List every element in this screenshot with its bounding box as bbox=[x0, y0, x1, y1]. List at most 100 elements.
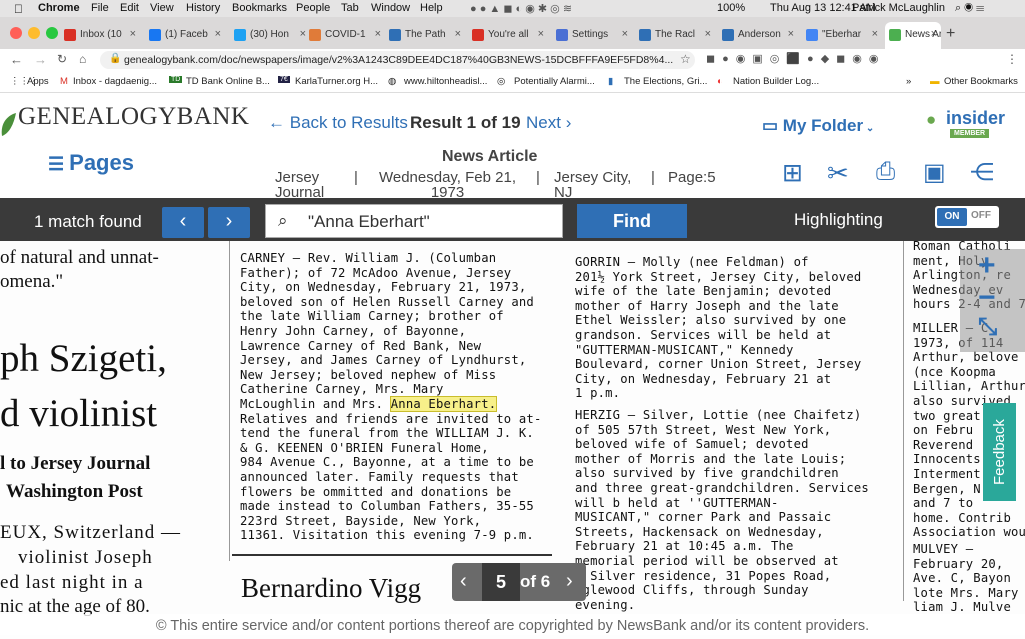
star-icon[interactable]: ☆ bbox=[680, 52, 691, 66]
newspaper-page-image[interactable]: of natural and unnat- omena." ph Szigeti… bbox=[0, 241, 1025, 639]
leaf-logo-icon bbox=[1, 113, 16, 136]
prev-page-icon[interactable]: ‹ bbox=[460, 570, 467, 593]
tab-label: Settings bbox=[572, 29, 609, 40]
clip-scissors-icon[interactable]: ✂ bbox=[827, 158, 849, 189]
left-col-line: ed last night in a bbox=[0, 572, 144, 593]
next-match-button[interactable]: › bbox=[208, 207, 250, 238]
app-menu[interactable]: Chrome bbox=[38, 2, 80, 14]
extension-icons[interactable]: ◼●◉▣◎⬛●◆◼◉◉ bbox=[706, 52, 886, 65]
chevron-right-icon: › bbox=[560, 113, 572, 132]
apple-icon[interactable]:  bbox=[14, 2, 23, 16]
left-col-line: EUX, Switzerland — bbox=[0, 522, 182, 543]
tab-close-icon[interactable]: × bbox=[538, 28, 544, 40]
user-icon[interactable]: ● bbox=[926, 110, 936, 130]
bookmark-elections[interactable]: The Elections, Gri... bbox=[624, 76, 707, 87]
menu-bookmarks[interactable]: Bookmarks bbox=[232, 2, 287, 14]
bookmark-potentially[interactable]: Potentially Alarmi... bbox=[514, 76, 595, 87]
minimize-window-icon[interactable] bbox=[28, 27, 40, 39]
browser-tab[interactable]: Settings × bbox=[552, 22, 632, 49]
bookmark-td-bank[interactable]: TD Bank Online B... bbox=[186, 76, 270, 87]
search-hit-highlight[interactable]: Anna Eberhart. bbox=[389, 395, 498, 412]
tab-close-icon[interactable]: × bbox=[872, 28, 878, 40]
browser-tab[interactable]: COVID-1 × bbox=[305, 22, 385, 49]
url-field[interactable]: 🔒 genealogybank.com/doc/newspapers/image… bbox=[100, 51, 695, 69]
menu-help[interactable]: Help bbox=[420, 2, 443, 14]
browser-tab[interactable]: "Eberhar × bbox=[802, 22, 882, 49]
menu-edit[interactable]: Edit bbox=[120, 2, 139, 14]
menu-tab[interactable]: Tab bbox=[341, 2, 359, 14]
fit-screen-icon[interactable]: ⤡ bbox=[978, 313, 997, 341]
search-icon: ⌕ bbox=[278, 211, 288, 230]
print-icon[interactable]: ⎙ bbox=[876, 158, 895, 186]
tab-favicon-icon bbox=[889, 29, 901, 41]
macos-menu-bar:  Chrome File Edit View History Bookmark… bbox=[0, 0, 1025, 17]
bookmark-other[interactable]: Other Bookmarks bbox=[944, 76, 1018, 87]
feedback-tab[interactable]: Feedback bbox=[983, 403, 1016, 501]
chrome-menu-icon[interactable]: ⋮ bbox=[1006, 52, 1018, 66]
search-input[interactable]: ⌕ "Anna Eberhart" bbox=[265, 204, 563, 238]
browser-tab[interactable]: The Path × bbox=[385, 22, 465, 49]
tab-close-icon[interactable]: × bbox=[375, 28, 381, 40]
tab-favicon-icon bbox=[234, 29, 246, 41]
tab-close-icon[interactable]: × bbox=[215, 28, 221, 40]
browser-tab[interactable]: The Racl × bbox=[635, 22, 715, 49]
my-folder-button[interactable]: ▭ My Folder ⌄ bbox=[762, 116, 874, 136]
battery-level: 100% bbox=[717, 2, 746, 14]
tab-close-icon[interactable]: × bbox=[455, 28, 461, 40]
highlighting-toggle[interactable]: ON OFF bbox=[935, 206, 999, 228]
next-page-icon[interactable]: › bbox=[566, 570, 573, 593]
find-button[interactable]: Find bbox=[577, 204, 687, 238]
browser-tab[interactable]: News Ar × bbox=[885, 22, 941, 49]
browser-tab[interactable]: (1) Faceb × bbox=[145, 22, 225, 49]
reload-icon[interactable]: ↻ bbox=[57, 52, 67, 66]
menu-file[interactable]: File bbox=[91, 2, 109, 14]
home-icon[interactable]: ⌂ bbox=[79, 52, 86, 66]
bookmark-karlaturner[interactable]: KarlaTurner.org H... bbox=[295, 76, 378, 87]
forward-icon[interactable]: → bbox=[34, 52, 47, 67]
maximize-window-icon[interactable] bbox=[46, 27, 58, 39]
save-icon[interactable]: ▣ bbox=[923, 158, 946, 187]
lock-icon: 🔒 bbox=[109, 53, 122, 64]
menu-people[interactable]: People bbox=[296, 2, 330, 14]
menu-history[interactable]: History bbox=[186, 2, 220, 14]
prev-match-button[interactable]: ‹ bbox=[162, 207, 204, 238]
close-window-icon[interactable] bbox=[10, 27, 22, 39]
tab-close-icon[interactable]: × bbox=[705, 28, 711, 40]
tab-favicon-icon bbox=[472, 29, 484, 41]
tab-close-icon[interactable]: × bbox=[931, 28, 937, 40]
genealogybank-logo[interactable]: GENEALOGYBANK bbox=[18, 103, 249, 131]
browser-tab[interactable]: Inbox (10 × bbox=[60, 22, 140, 49]
browser-tab[interactable]: Anderson × bbox=[718, 22, 798, 49]
bookmark-inbox[interactable]: Inbox - dagdaenig... bbox=[73, 76, 157, 87]
status-icons[interactable]: ● ● ▲ ◼ ◐ ◉ ✱ ◎ ≋ bbox=[470, 2, 572, 15]
new-tab-button[interactable]: + bbox=[946, 25, 955, 43]
back-to-results-link[interactable]: ← Back to Results bbox=[268, 113, 408, 133]
browser-tab[interactable]: (30) Hon × bbox=[230, 22, 310, 49]
add-to-folder-icon[interactable]: ⊞ bbox=[782, 158, 803, 188]
pages-button[interactable]: ☰ Pages bbox=[48, 150, 134, 176]
more-bookmarks[interactable]: » bbox=[906, 76, 911, 87]
zoom-in-icon[interactable]: + bbox=[978, 249, 996, 283]
bookmark-apps[interactable]: Apps bbox=[27, 76, 49, 87]
highlighting-label: Highlighting bbox=[794, 210, 883, 229]
zoom-out-icon[interactable]: − bbox=[978, 281, 996, 315]
left-col-line: of natural and unnat- bbox=[0, 247, 159, 268]
bookmark-nation-builder[interactable]: Nation Builder Log... bbox=[733, 76, 819, 87]
browser-tab[interactable]: You're all × bbox=[468, 22, 548, 49]
bookmark-hiltonhead[interactable]: www.hiltonheadisl... bbox=[404, 76, 487, 87]
pages-label: Pages bbox=[69, 150, 134, 175]
tab-close-icon[interactable]: × bbox=[622, 28, 628, 40]
spotlight-icon[interactable]: ⌕ ◉ ☰ bbox=[955, 2, 984, 15]
back-icon[interactable]: ← bbox=[10, 52, 23, 67]
next-result-link[interactable]: Next › bbox=[526, 113, 571, 133]
menu-view[interactable]: View bbox=[150, 2, 174, 14]
tab-close-icon[interactable]: × bbox=[130, 28, 136, 40]
menu-window[interactable]: Window bbox=[371, 2, 410, 14]
insider-menu[interactable]: insider bbox=[946, 108, 1005, 129]
share-icon[interactable]: ⋲ bbox=[970, 158, 994, 187]
tab-label: Inbox (10 bbox=[80, 29, 122, 40]
user-name[interactable]: Patrick McLaughlin bbox=[852, 2, 945, 14]
tab-close-icon[interactable]: × bbox=[788, 28, 794, 40]
tab-label: (30) Hon bbox=[250, 29, 289, 40]
page-pager: ‹ 5 of 6 › bbox=[452, 563, 586, 601]
